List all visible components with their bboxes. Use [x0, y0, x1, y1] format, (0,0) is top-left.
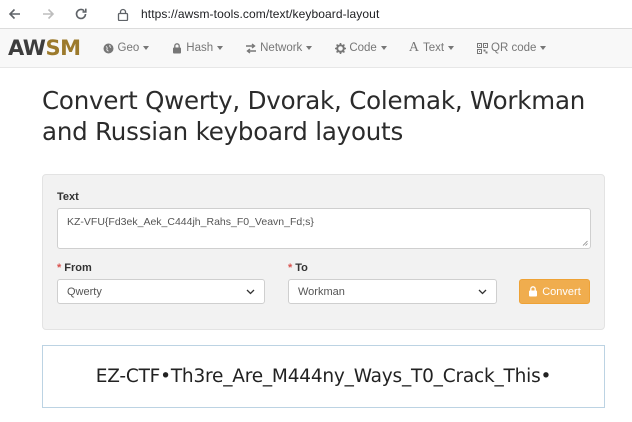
nav-item-label: Network [260, 42, 303, 54]
result-box: EZ-CTF•Th3re_Are_M444ny_Ways_T0_Crack_Th… [42, 345, 605, 408]
from-select[interactable]: Qwerty [57, 279, 265, 304]
to-select-value: Workman [298, 285, 345, 298]
reload-icon [75, 8, 87, 20]
lock-icon [171, 42, 183, 54]
text-input-value: KZ-VFU{Fd3ek_Aek_C444jh_Rahs_F0_Veavn_Fd… [67, 216, 314, 228]
padlock-icon[interactable] [114, 5, 132, 23]
required-asterisk: * [57, 262, 62, 274]
caret-down-icon [143, 46, 150, 50]
nav-item-label: Text [422, 42, 445, 54]
page-title: Convert Qwerty, Dvorak, Colemak, Workman… [42, 86, 586, 146]
brand-logo-part2: SM [45, 35, 81, 60]
url-text[interactable]: https://awsm-tools.com/text/keyboard-lay… [141, 7, 379, 21]
resize-grip-icon[interactable] [582, 240, 588, 246]
nav-item-network[interactable]: Network [245, 42, 313, 54]
convert-button-label: Convert [542, 285, 581, 298]
nav-item-text[interactable]: A Text [408, 40, 455, 55]
nav-item-label: Hash [186, 42, 214, 54]
address-bar[interactable]: https://awsm-tools.com/text/keyboard-lay… [108, 3, 624, 25]
nav-item-label: Code [349, 42, 377, 54]
globe-icon [103, 42, 115, 54]
result-text: EZ-CTF•Th3re_Are_M444ny_Ways_T0_Crack_Th… [95, 366, 552, 387]
chevron-down-icon [478, 287, 487, 296]
caret-down-icon [540, 46, 547, 50]
reload-button[interactable] [70, 3, 92, 25]
caret-down-icon [306, 46, 313, 50]
exchange-icon [245, 42, 257, 54]
from-select-value: Qwerty [67, 285, 102, 298]
text-input[interactable]: KZ-VFU{Fd3ek_Aek_C444jh_Rahs_F0_Veavn_Fd… [57, 208, 591, 249]
to-label-text: To [295, 262, 308, 274]
arrow-right-icon [43, 8, 55, 20]
from-label-text: From [64, 262, 92, 274]
nav-item-code[interactable]: Code [334, 42, 387, 54]
caret-down-icon [380, 46, 387, 50]
forward-button[interactable] [37, 3, 59, 25]
required-asterisk: * [288, 262, 293, 274]
nav-item-label: QR code [491, 42, 537, 54]
convert-button[interactable]: Convert [519, 279, 590, 304]
back-button[interactable] [4, 3, 26, 25]
site-navbar: AW SM Geo Hash Network Code A Text QR co… [0, 29, 632, 68]
nav-menu: Geo Hash Network Code A Text QR code [103, 41, 569, 55]
qrcode-icon [476, 42, 488, 54]
caret-down-icon [217, 46, 224, 50]
converter-form: Text KZ-VFU{Fd3ek_Aek_C444jh_Rahs_F0_Vea… [42, 174, 605, 330]
caret-down-icon [448, 46, 455, 50]
to-label: * To [288, 262, 308, 274]
arrow-left-icon [8, 8, 20, 20]
text-label: Text [57, 191, 79, 203]
from-label: * From [57, 262, 92, 274]
nav-item-label: Geo [117, 42, 140, 54]
chevron-down-icon [246, 287, 255, 296]
gear-icon [334, 42, 346, 54]
lock-icon [528, 286, 538, 297]
nav-item-qr-code[interactable]: QR code [476, 42, 547, 54]
nav-item-geo[interactable]: Geo [103, 42, 150, 54]
nav-item-hash[interactable]: Hash [171, 42, 224, 54]
brand-logo[interactable]: AW SM [8, 35, 81, 60]
to-select[interactable]: Workman [288, 279, 497, 304]
text-icon: A [408, 40, 419, 55]
brand-logo-part1: AW [8, 35, 46, 60]
browser-toolbar: https://awsm-tools.com/text/keyboard-lay… [0, 0, 632, 29]
